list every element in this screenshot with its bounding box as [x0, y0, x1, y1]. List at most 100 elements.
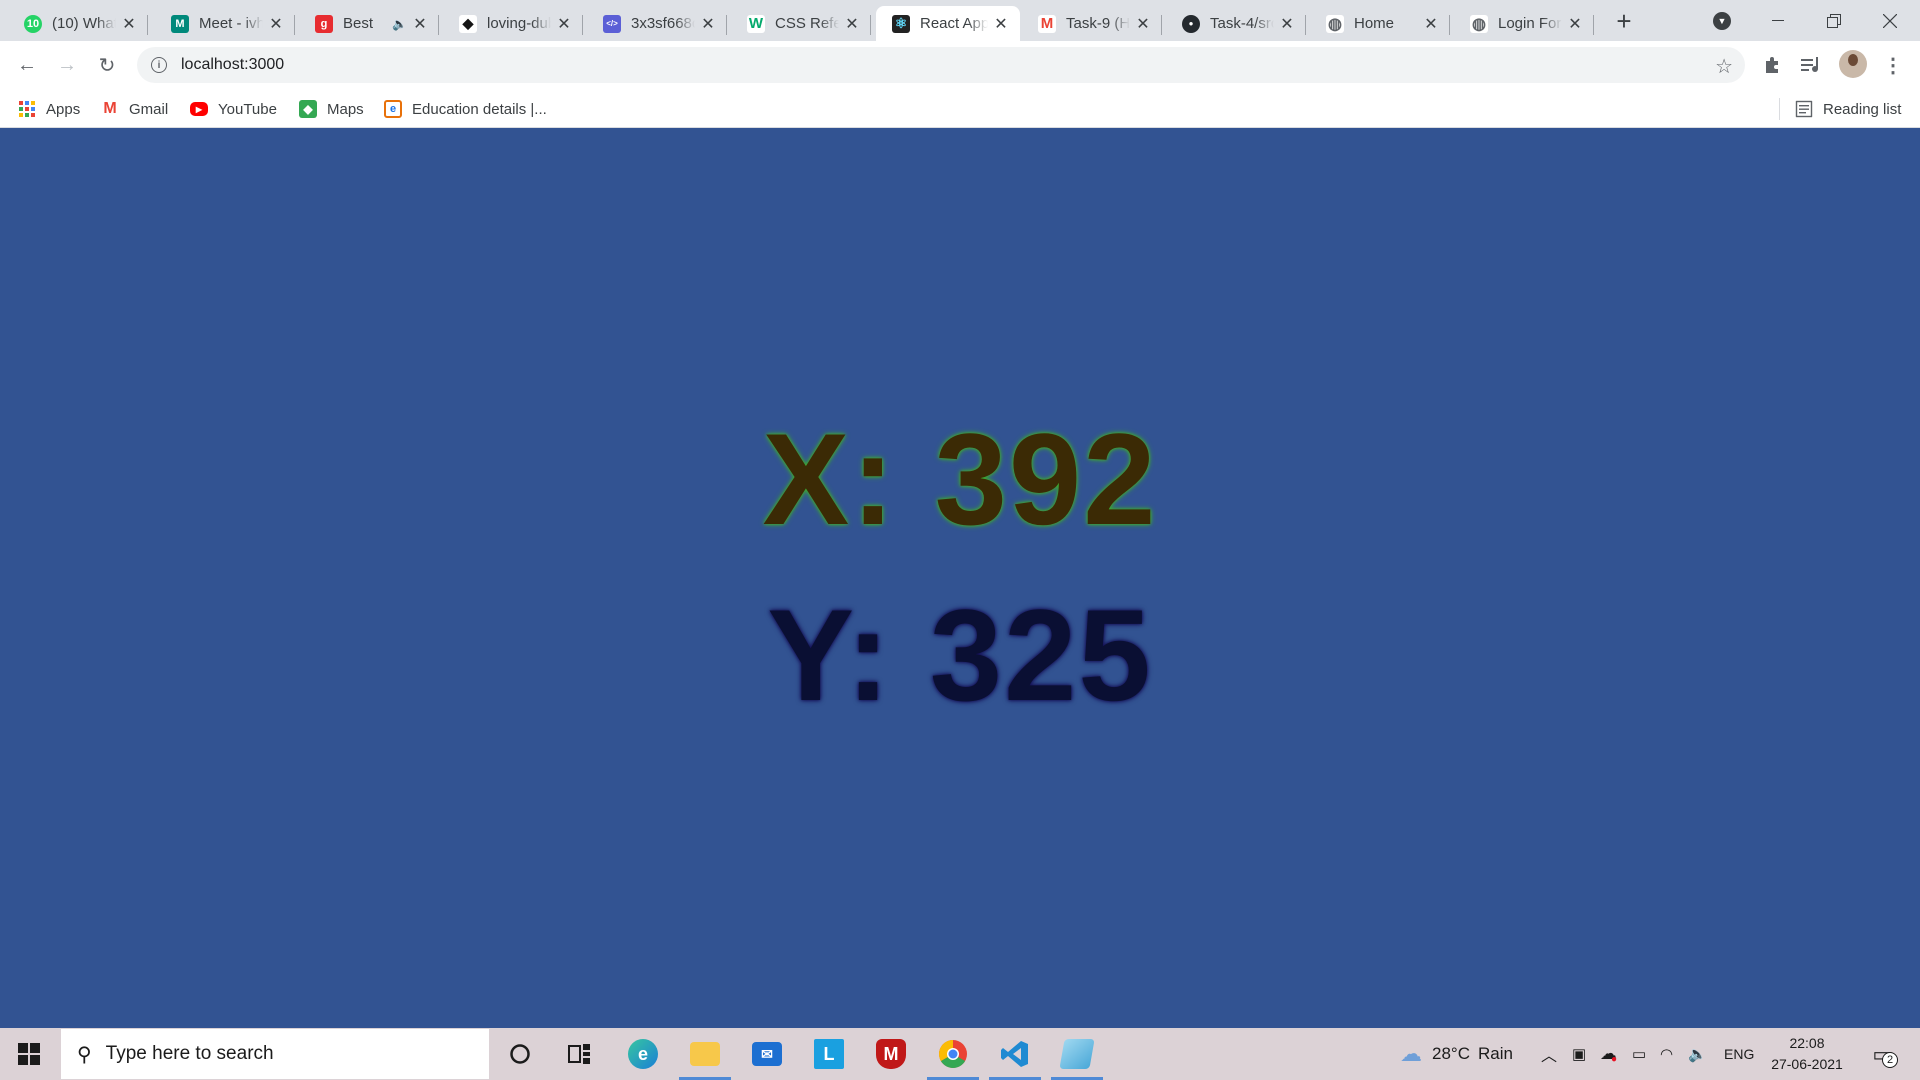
x-coordinate-display: X: 392 — [762, 406, 1158, 552]
globe-icon: ◍ — [1326, 14, 1344, 33]
close-icon[interactable]: ✕ — [555, 15, 573, 33]
address-url[interactable]: localhost:3000 — [181, 56, 284, 74]
mcafee-app[interactable]: M — [861, 1028, 921, 1080]
bookmark-gmail[interactable]: M Gmail — [101, 98, 168, 120]
bookmark-apps[interactable]: Apps — [18, 98, 80, 120]
gaana-icon: g — [315, 14, 333, 33]
extensions-icon[interactable] — [1759, 52, 1785, 78]
reload-icon: ↻ — [98, 54, 116, 77]
tab-title: Best — [343, 15, 374, 32]
file-explorer-icon — [690, 1042, 720, 1066]
tab-separator — [582, 15, 583, 35]
meet-now-icon[interactable]: ▣ — [1572, 1028, 1586, 1080]
reading-list-label: Reading list — [1823, 100, 1902, 118]
file-explorer-app[interactable] — [675, 1028, 735, 1080]
weather-condition: Rain — [1477, 1044, 1513, 1063]
gmail-icon: M — [103, 100, 117, 117]
restore-button[interactable] — [1806, 0, 1862, 41]
apps-grid-icon — [19, 101, 35, 117]
close-icon[interactable]: ✕ — [1134, 15, 1152, 33]
task-view-button[interactable] — [550, 1028, 610, 1080]
tab-gmail[interactable]: M Task-9 (Hooks) ✕ — [1022, 6, 1162, 41]
mail-app[interactable]: ✉ — [737, 1028, 797, 1080]
show-hidden-icons-button[interactable]: ︿ — [1541, 1028, 1557, 1080]
tab-gaana[interactable]: g Best 🔈 ✕ — [299, 6, 439, 41]
windows-taskbar: ⚲ Type here to search e ✉ L M ☁ 28°C Rai… — [0, 1028, 1920, 1080]
tab-search-button[interactable]: ▼ — [1710, 9, 1734, 33]
chrome-icon — [939, 1040, 967, 1068]
chevron-down-icon: ▼ — [1713, 12, 1731, 30]
tab-title: Login Form — [1498, 15, 1562, 32]
close-icon — [1883, 13, 1897, 28]
media-control-icon[interactable] — [1798, 52, 1824, 78]
puzzle-icon — [1766, 57, 1778, 73]
close-icon[interactable]: ✕ — [699, 15, 717, 33]
tab-title: React App — [920, 15, 988, 32]
tab-title: Task-4/src — [1210, 15, 1274, 32]
battery-icon[interactable]: ▭ — [1632, 1028, 1646, 1080]
minimize-button[interactable] — [1750, 0, 1806, 41]
new-tab-button[interactable]: + — [1609, 6, 1639, 36]
close-icon[interactable]: ✕ — [843, 15, 861, 33]
close-icon[interactable]: ✕ — [992, 15, 1010, 33]
close-icon[interactable]: ✕ — [267, 15, 285, 33]
page-content: X: 392 Y: 325 — [0, 128, 1920, 1028]
forward-button[interactable]: → — [52, 50, 82, 80]
react-icon: ⚛ — [892, 14, 910, 33]
close-icon[interactable]: ✕ — [1278, 15, 1296, 33]
tab-separator — [870, 15, 871, 35]
onedrive-error-icon[interactable]: ☁ ● — [1600, 1028, 1617, 1080]
chrome-app[interactable] — [923, 1028, 983, 1080]
taskbar-search[interactable]: ⚲ Type here to search — [61, 1029, 489, 1079]
close-icon[interactable]: ✕ — [411, 15, 429, 33]
tab-meet[interactable]: M Meet - ivhmeet ✕ — [155, 6, 295, 41]
tab-whatsapp[interactable]: 10 (10) WhatsApp ✕ — [8, 6, 148, 41]
reading-list-button[interactable]: Reading list — [1795, 98, 1901, 120]
close-icon[interactable]: ✕ — [120, 15, 138, 33]
bookmark-education[interactable]: e Education details |... — [384, 98, 547, 120]
notepad-app[interactable] — [1047, 1028, 1107, 1080]
weather-widget[interactable]: ☁ 28°C Rain — [1400, 1028, 1513, 1080]
volume-icon[interactable]: 🔈 — [1688, 1028, 1707, 1080]
address-bar[interactable]: i localhost:3000 ☆ — [137, 47, 1745, 83]
system-clock[interactable]: 22:08 27-06-2021 — [1762, 1033, 1852, 1075]
close-icon[interactable]: ✕ — [1566, 15, 1584, 33]
edge-app[interactable]: e — [613, 1028, 673, 1080]
vscode-app[interactable] — [985, 1028, 1045, 1080]
start-button[interactable] — [0, 1028, 58, 1080]
minimize-icon — [1772, 19, 1784, 21]
profile-avatar[interactable] — [1839, 50, 1867, 78]
tab-code[interactable]: </> 3x3sf668c ✕ — [587, 6, 727, 41]
wifi-icon[interactable]: ◠ — [1660, 1028, 1673, 1080]
mcafee-icon: M — [876, 1039, 906, 1069]
l-app[interactable]: L — [799, 1028, 859, 1080]
close-icon[interactable]: ✕ — [1422, 15, 1440, 33]
bookmark-maps[interactable]: ◆ Maps — [299, 98, 364, 120]
bookmark-label: Maps — [327, 100, 364, 118]
cortana-button[interactable] — [490, 1028, 550, 1080]
info-icon[interactable]: i — [151, 57, 167, 73]
tab-login-form[interactable]: ◍ Login Form ✕ — [1454, 6, 1594, 41]
notification-center-button[interactable]: ▭ 2 — [1866, 1038, 1898, 1070]
audio-playing-icon[interactable]: 🔈 — [392, 17, 407, 31]
tab-home[interactable]: ◍ Home ✕ — [1310, 6, 1450, 41]
bookmark-star-icon[interactable]: ☆ — [1715, 54, 1733, 79]
notepad-icon — [1059, 1039, 1095, 1069]
tab-separator — [1305, 15, 1306, 35]
bookmark-youtube[interactable]: ▶ YouTube — [190, 98, 277, 120]
language-indicator[interactable]: ENG — [1724, 1028, 1754, 1080]
close-window-button[interactable] — [1862, 0, 1918, 41]
tab-w3schools[interactable]: W CSS Reference ✕ — [731, 6, 871, 41]
reload-button[interactable]: ↻ — [92, 50, 122, 80]
menu-kebab-icon[interactable]: ⋮ — [1880, 52, 1906, 78]
tab-codesandbox[interactable]: ◆ loving-dubinsky ✕ — [443, 6, 583, 41]
back-button[interactable]: ← — [12, 50, 42, 80]
codesandbox-icon: ◆ — [459, 14, 477, 33]
tab-title: loving-dubinsky — [487, 15, 551, 32]
tab-react-app[interactable]: ⚛ React App ✕ — [876, 6, 1020, 41]
tab-github[interactable]: ● Task-4/src ✕ — [1166, 6, 1306, 41]
clock-time: 22:08 — [1789, 1035, 1825, 1051]
rain-cloud-icon: ☁ — [1400, 1041, 1422, 1066]
search-placeholder: Type here to search — [105, 1043, 274, 1064]
tab-separator — [438, 15, 439, 35]
